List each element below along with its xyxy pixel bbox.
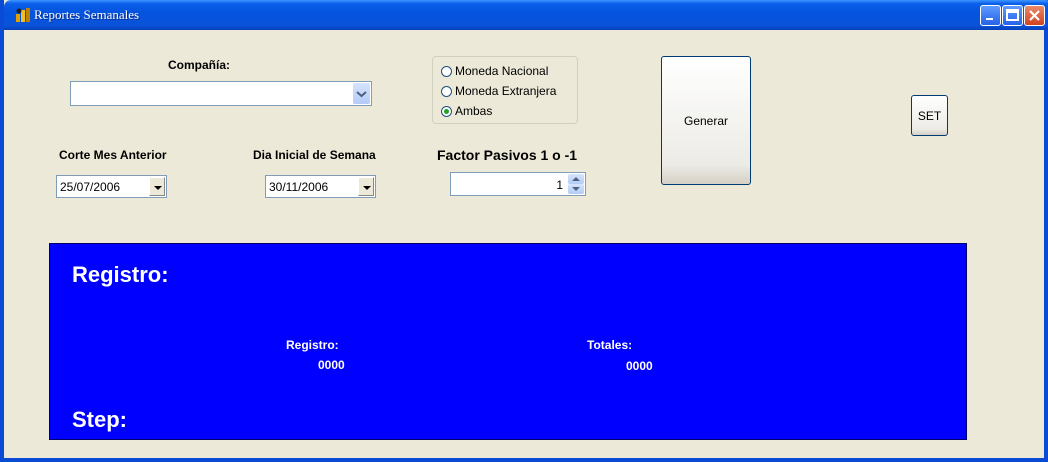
registro-heading: Registro:: [72, 262, 169, 287]
step-heading: Step:: [72, 407, 127, 432]
company-label: Compañía:: [168, 58, 231, 72]
radio-label: Moneda Extranjera: [455, 84, 557, 98]
window-title: Reportes Semanales: [34, 7, 140, 22]
maximize-button[interactable]: [1002, 5, 1023, 26]
corte-date-picker[interactable]: 25/07/2006: [56, 175, 167, 198]
status-panel: Registro: Registro: 0000 Totales: 0000 S…: [49, 243, 967, 440]
company-combo[interactable]: [70, 81, 372, 106]
radio-label: Moneda Nacional: [455, 64, 549, 78]
minimize-button[interactable]: [980, 5, 1001, 26]
spinner-buttons: [568, 174, 584, 194]
close-button[interactable]: [1024, 5, 1045, 26]
totales-label: Totales:: [587, 338, 633, 352]
form-area: Compañía: Moneda Nacional Moneda Extranj…: [8, 30, 1048, 458]
company-dropdown-button[interactable]: [353, 83, 370, 104]
totales-value: 0000: [626, 359, 653, 373]
chevron-down-icon: [356, 91, 367, 98]
radio-unchecked-icon: [441, 66, 452, 77]
radio-checked-icon: [441, 106, 452, 117]
factor-value: 1: [556, 178, 563, 192]
registro-label: Registro:: [286, 338, 339, 352]
spin-down-button[interactable]: [568, 184, 584, 194]
dia-inicial-dropdown-button[interactable]: [358, 177, 374, 196]
dia-inicial-date-picker[interactable]: 30/11/2006: [265, 175, 376, 198]
report-window: Reportes Semanales Compañía: Moneda Naci…: [0, 0, 1048, 462]
title-bar[interactable]: Reportes Semanales: [4, 0, 1048, 30]
radio-ambas[interactable]: Ambas: [441, 104, 492, 118]
currency-group: Moneda Nacional Moneda Extranjera Ambas: [432, 56, 578, 124]
dia-inicial-date-value: 30/11/2006: [269, 180, 329, 194]
radio-moneda-extranjera[interactable]: Moneda Extranjera: [441, 84, 556, 98]
set-button[interactable]: SET: [911, 95, 948, 136]
registro-value: 0000: [318, 358, 345, 372]
corte-label: Corte Mes Anterior: [59, 148, 167, 162]
radio-unchecked-icon: [441, 86, 452, 97]
corte-date-value: 25/07/2006: [60, 180, 121, 194]
dia-inicial-label: Dia Inicial de Semana: [253, 148, 376, 162]
radio-moneda-nacional[interactable]: Moneda Nacional: [441, 64, 548, 78]
generate-button[interactable]: Generar: [661, 56, 751, 185]
spin-up-button[interactable]: [568, 174, 584, 184]
factor-label: Factor Pasivos 1 o -1: [437, 147, 578, 163]
corte-dropdown-button[interactable]: [149, 177, 165, 196]
app-icon: [16, 8, 32, 22]
radio-label: Ambas: [455, 104, 493, 118]
factor-spinner[interactable]: 1: [450, 172, 586, 196]
